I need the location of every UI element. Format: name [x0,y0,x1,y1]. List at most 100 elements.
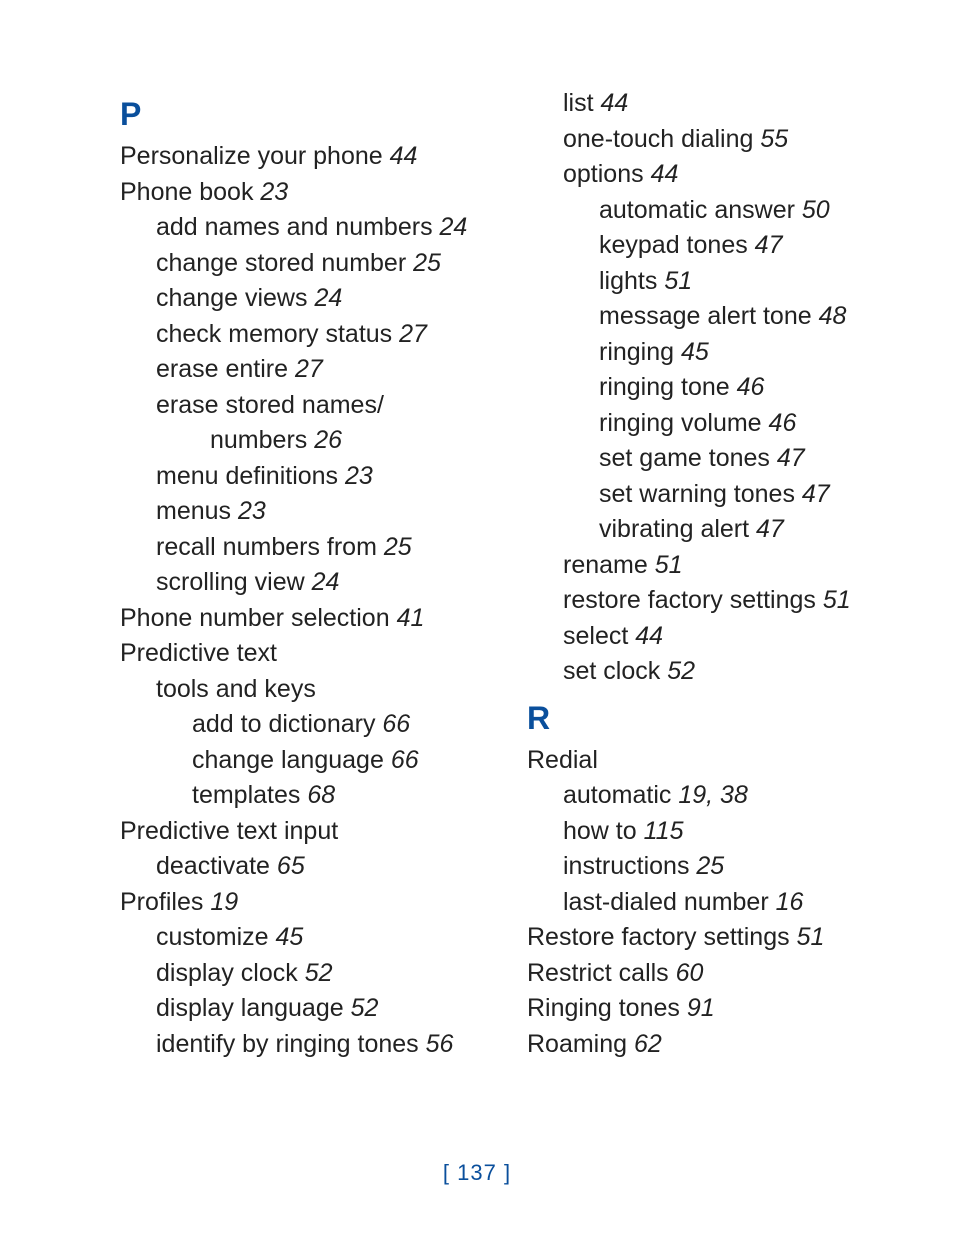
index-entry-text: rename [563,551,648,579]
index-entry-text: change stored number [156,249,406,277]
index-entry-page: 52 [667,657,695,685]
index-entry-page: 44 [651,160,679,188]
index-entry-page: 47 [777,444,805,472]
index-entry: scrolling view 24 [120,565,487,601]
index-entry-text: how to [563,817,637,845]
index-entry: vibrating alert 47 [527,512,894,548]
index-entry-text: customize [156,923,269,951]
index-entry-page: 24 [312,568,340,596]
index-section-letter: R [527,690,894,743]
index-entry-text: change language [192,746,384,774]
index-section-letter: P [120,86,487,139]
index-entry-page: 47 [755,231,783,259]
index-entry: change views 24 [120,281,487,317]
index-entry-line: templates 68 [120,778,487,814]
index-entry-page: 51 [823,586,851,614]
index-entry: instructions 25 [527,849,894,885]
index-entry: Profiles 19 [120,885,487,921]
index-entry-line: Roaming 62 [527,1027,894,1063]
index-entry-text: Roaming [527,1030,627,1058]
index-entry-text: Redial [527,746,598,774]
index-entry-text: set clock [563,657,660,685]
index-entry-text: select [563,622,628,650]
index-entry: Ringing tones 91 [527,991,894,1027]
index-entry-page: 66 [382,710,410,738]
index-entry-page: 52 [351,994,379,1022]
index-entry: how to 115 [527,814,894,850]
index-entry-text: list [563,89,594,117]
index-entry: message alert tone 48 [527,299,894,335]
index-entry-text: message alert tone [599,302,812,330]
index-entry-text: Predictive text input [120,817,338,845]
index-entry-text: templates [192,781,300,809]
index-entry-text: menus [156,497,231,525]
index-entry-page: 23 [260,178,288,206]
index-entry-continuation: numbers 26 [120,423,487,459]
index-entry-line: keypad tones 47 [527,228,894,264]
index-entry-page: 51 [664,267,692,295]
index-entry-page: 25 [413,249,441,277]
index-entry-page: 23 [345,462,373,490]
index-entry-page: 51 [797,923,825,951]
index-entry-text: Predictive text [120,639,277,667]
index-entry: Predictive text input [120,814,487,850]
index-entry: check memory status 27 [120,317,487,353]
index-entry-line: change language 66 [120,743,487,779]
index-entry-line: customize 45 [120,920,487,956]
index-entry: erase stored names/numbers 26 [120,388,487,459]
index-entry: rename 51 [527,548,894,584]
index-entry: automatic 19, 38 [527,778,894,814]
index-entry-page: 91 [687,994,715,1022]
index-entry-page: 44 [635,622,663,650]
index-entry-text: ringing tone [599,373,730,401]
index-entry-line: identify by ringing tones 56 [120,1027,487,1063]
index-entry-page: 56 [426,1030,454,1058]
index-entry-text: Restore factory settings [527,923,790,951]
index-entry-page: 52 [305,959,333,987]
index-entry-text: restore factory settings [563,586,816,614]
index-entry-line: automatic answer 50 [527,193,894,229]
index-entry: menu definitions 23 [120,459,487,495]
index-entry-line: Predictive text input [120,814,487,850]
index-entry-text: Ringing tones [527,994,680,1022]
index-entry-page: 47 [756,515,784,543]
index-entry-text: recall numbers from [156,533,377,561]
index-entry: add to dictionary 66 [120,707,487,743]
index-entry-text: keypad tones [599,231,748,259]
index-entry: display clock 52 [120,956,487,992]
index-entry-page: 19 [210,888,238,916]
index-entry-line: lights 51 [527,264,894,300]
index-entry-text: options [563,160,644,188]
index-entry: Roaming 62 [527,1027,894,1063]
index-entry-line: Profiles 19 [120,885,487,921]
index-entry-line: tools and keys [120,672,487,708]
index-entry-line: ringing tone 46 [527,370,894,406]
index-entry-line: deactivate 65 [120,849,487,885]
index-entry-text: numbers [210,426,307,454]
index-entry-page: 60 [676,959,704,987]
index-entry-text: display clock [156,959,298,987]
index-entry-line: message alert tone 48 [527,299,894,335]
index-entry-page: 62 [634,1030,662,1058]
index-entry-text: one-touch dialing [563,125,753,153]
index-entry-line: select 44 [527,619,894,655]
index-entry: one-touch dialing 55 [527,122,894,158]
index-entry: change language 66 [120,743,487,779]
index-entry-text: ringing volume [599,409,762,437]
index-entry: options 44 [527,157,894,193]
index-entry-text: Phone book [120,178,253,206]
index-entry: Redial [527,743,894,779]
index-entry-page: 26 [314,426,342,454]
index-entry-page: 48 [819,302,847,330]
index-entry-page: 46 [769,409,797,437]
page-number-value: 137 [457,1160,497,1185]
index-entry-line: display language 52 [120,991,487,1027]
index-entry: menus 23 [120,494,487,530]
index-entry-line: how to 115 [527,814,894,850]
index-columns: PPersonalize your phone 44Phone book 23a… [120,86,894,1086]
index-entry: automatic answer 50 [527,193,894,229]
index-entry-line: Redial [527,743,894,779]
index-entry-line: change views 24 [120,281,487,317]
index-entry: lights 51 [527,264,894,300]
index-entry-line: add names and numbers 24 [120,210,487,246]
